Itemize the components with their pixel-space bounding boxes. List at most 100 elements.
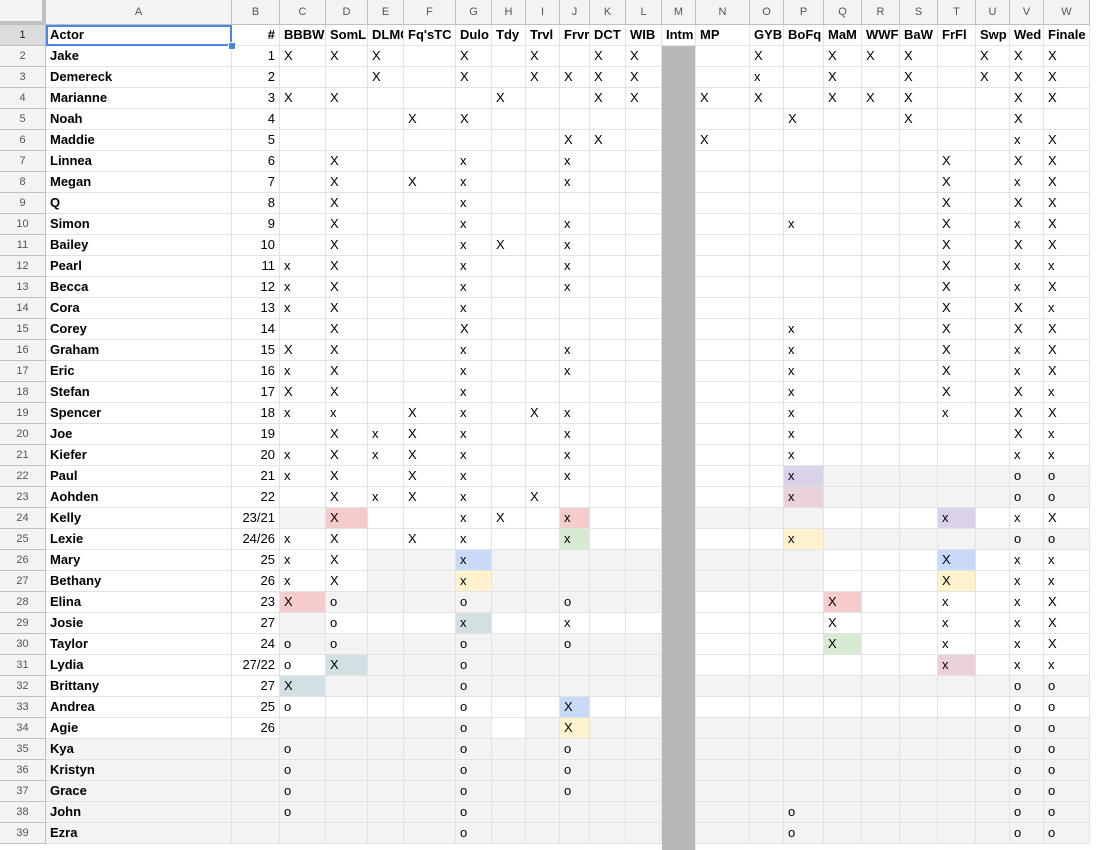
scene-cell[interactable] [526,424,560,445]
scene-cell[interactable]: X [368,46,404,67]
scene-cell[interactable] [900,256,938,277]
scene-cell[interactable]: o [784,823,824,844]
scene-cell[interactable] [900,550,938,571]
scene-cell[interactable]: x [456,487,492,508]
scene-cell[interactable] [696,214,750,235]
actor-number-cell[interactable]: 6 [232,151,280,172]
actor-number-cell[interactable]: 3 [232,88,280,109]
scene-cell[interactable] [784,235,824,256]
actor-name-cell[interactable]: Bailey [46,235,232,256]
scene-cell[interactable] [862,109,900,130]
scene-cell[interactable]: x [560,340,590,361]
scene-cell[interactable] [938,781,976,802]
scene-cell[interactable] [696,613,750,634]
actor-number-cell[interactable]: 14 [232,319,280,340]
actor-name-cell[interactable]: Q [46,193,232,214]
scene-cell[interactable] [626,382,662,403]
scene-cell[interactable] [526,88,560,109]
scene-cell[interactable] [750,781,784,802]
scene-cell[interactable]: X [560,697,590,718]
column-header-w[interactable]: W [1044,0,1090,25]
scene-cell[interactable] [976,508,1010,529]
scene-cell[interactable] [626,151,662,172]
scene-cell[interactable] [590,151,626,172]
scene-cell[interactable] [824,655,862,676]
scene-cell[interactable] [784,634,824,655]
scene-cell[interactable] [404,298,456,319]
scene-cell[interactable]: X [938,214,976,235]
scene-cell[interactable] [750,256,784,277]
column-header-p[interactable]: P [784,0,824,25]
scene-cell[interactable] [626,487,662,508]
scene-cell[interactable] [280,151,326,172]
scene-cell[interactable]: X [326,361,368,382]
scene-cell[interactable] [976,466,1010,487]
scene-cell[interactable]: x [560,424,590,445]
scene-cell[interactable] [590,445,626,466]
scene-cell[interactable] [626,445,662,466]
scene-cell[interactable]: x [784,487,824,508]
column-header-q[interactable]: Q [824,0,862,25]
scene-cell[interactable]: X [1044,46,1090,67]
scene-cell[interactable] [590,529,626,550]
header-cell-s[interactable]: BaW [900,25,938,46]
scene-cell[interactable]: X [938,151,976,172]
header-cell-n[interactable]: MP [696,25,750,46]
scene-cell[interactable]: x [938,403,976,424]
scene-cell[interactable] [784,676,824,697]
scene-cell[interactable] [590,676,626,697]
scene-cell[interactable]: x [784,466,824,487]
scene-cell[interactable] [696,739,750,760]
scene-cell[interactable] [696,571,750,592]
scene-cell[interactable] [326,676,368,697]
row-header-4[interactable]: 4 [0,88,46,109]
scene-cell[interactable] [280,718,326,739]
scene-cell[interactable] [824,445,862,466]
scene-cell[interactable] [784,277,824,298]
column-header-f[interactable]: F [404,0,456,25]
scene-cell[interactable] [784,739,824,760]
scene-cell[interactable] [526,298,560,319]
scene-cell[interactable]: o [784,802,824,823]
scene-cell[interactable]: X [900,109,938,130]
scene-cell[interactable] [824,403,862,424]
scene-cell[interactable]: x [1010,508,1044,529]
scene-cell[interactable] [976,802,1010,823]
scene-cell[interactable] [492,781,526,802]
scene-cell[interactable]: o [1010,697,1044,718]
scene-cell[interactable]: X [326,46,368,67]
scene-cell[interactable] [368,592,404,613]
scene-cell[interactable] [368,403,404,424]
actor-number-cell[interactable]: 4 [232,109,280,130]
scene-cell[interactable] [590,340,626,361]
scene-cell[interactable] [590,592,626,613]
column-header-u[interactable]: U [976,0,1010,25]
scene-cell[interactable] [696,823,750,844]
scene-cell[interactable] [862,277,900,298]
scene-cell[interactable]: x [326,403,368,424]
scene-cell[interactable] [492,172,526,193]
scene-cell[interactable] [862,403,900,424]
scene-cell[interactable] [938,130,976,151]
scene-cell[interactable] [976,382,1010,403]
scene-cell[interactable]: o [1010,466,1044,487]
scene-cell[interactable] [626,172,662,193]
scene-cell[interactable]: X [938,235,976,256]
scene-cell[interactable] [368,571,404,592]
scene-cell[interactable]: X [526,487,560,508]
scene-cell[interactable] [280,67,326,88]
scene-cell[interactable] [590,256,626,277]
scene-cell[interactable]: o [326,613,368,634]
scene-cell[interactable] [900,718,938,739]
scene-cell[interactable]: X [626,67,662,88]
scene-cell[interactable] [404,256,456,277]
scene-cell[interactable] [626,193,662,214]
scene-cell[interactable] [750,655,784,676]
scene-cell[interactable] [750,319,784,340]
scene-cell[interactable] [784,172,824,193]
scene-cell[interactable]: o [280,739,326,760]
scene-cell[interactable] [824,319,862,340]
scene-cell[interactable] [976,487,1010,508]
scene-cell[interactable]: X [900,67,938,88]
actor-name-cell[interactable]: Lydia [46,655,232,676]
